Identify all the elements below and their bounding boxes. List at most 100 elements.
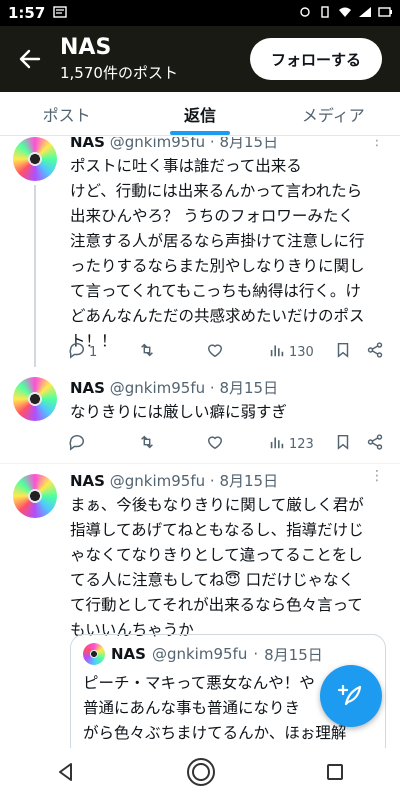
profile-name: NAS (60, 35, 112, 60)
triangle-back-icon (58, 763, 72, 781)
views-button[interactable]: 130 (268, 341, 314, 363)
status-icons (298, 4, 392, 22)
tweet-text: まぁ、今後もなりきりに関して厳しく君が 指導してあげてねともなるし、指導だけじ … (70, 493, 386, 643)
tweet-item[interactable]: NAS @gnkim95fu · 8月15日 なりきりには厳しい癖に弱すぎ 12… (0, 373, 400, 463)
handle: @gnkim95fu (109, 137, 206, 151)
repost-icon (138, 433, 156, 455)
tweet-date: 8月15日 (219, 472, 279, 490)
text-line: がら色々ぶちまけてるんか、ほぉ理解 (83, 724, 347, 742)
profile-header: NAS 1,570件のポスト フォローする (0, 26, 400, 92)
back-button[interactable] (0, 26, 60, 92)
text-line: どあんなんただの共感求めたいだけのポス (70, 307, 365, 325)
bar-chart-icon (268, 433, 286, 455)
tweet-date: 8月15日 (219, 137, 279, 151)
vibrate-icon (318, 4, 332, 22)
quoted-handle: @gnkim95fu (151, 645, 248, 663)
reply-button[interactable] (68, 433, 138, 455)
heart-icon (206, 433, 224, 455)
text-line: ったりするならまた別やしなりきりに関し (70, 257, 365, 275)
status-time: 1:57 (8, 4, 46, 22)
text-line: 出来ひんやろ？ うちのフォロワーみたく (70, 207, 354, 225)
nav-back-button[interactable] (55, 761, 77, 787)
share-button[interactable] (366, 341, 384, 363)
notification-icon (53, 4, 68, 22)
tweet-actions: 123 (68, 433, 384, 455)
tab-replies[interactable]: 返信 (133, 92, 266, 135)
views-button[interactable]: 123 (268, 433, 314, 455)
quoted-avatar (83, 643, 105, 665)
avatar[interactable] (13, 377, 57, 421)
wifi-icon (338, 4, 352, 22)
quoted-meta: NAS @gnkim95fu · 8月15日 (83, 643, 373, 665)
more-options-icon[interactable]: ⋮ (370, 137, 384, 149)
bookmark-button[interactable] (334, 433, 352, 455)
tweet-body: NAS @gnkim95fu · 8月15日 まぁ、今後もなりきりに関して厳しく… (70, 470, 386, 643)
share-icon (366, 341, 384, 363)
reply-count: 1 (89, 344, 98, 360)
heart-icon (206, 341, 224, 363)
avatar[interactable] (13, 137, 57, 181)
quoted-display-name: NAS (111, 645, 146, 663)
quoted-date: 8月15日 (264, 645, 323, 664)
display-name[interactable]: NAS (70, 379, 105, 397)
handle: @gnkim95fu (109, 472, 206, 490)
feather-plus-icon (337, 684, 362, 706)
arrow-left-icon (19, 49, 41, 69)
text-line: 指導してあげてねともなるし、指導だけじ (70, 521, 364, 539)
tab-posts[interactable]: ポスト (0, 92, 133, 135)
share-button[interactable] (366, 433, 384, 455)
reply-feed: NAS @gnkim95fu · 8月15日 ポストに吐く事は誰だって出来る け… (0, 137, 400, 757)
avatar[interactable] (13, 474, 57, 518)
share-icon (366, 433, 384, 455)
app-screen: 1:57 NAS 1,570件のポスト フォローする ポスト 返信 メディア N… (0, 0, 400, 800)
reply-icon (68, 341, 86, 363)
square-recents-icon (327, 764, 344, 780)
tweet-meta: NAS @gnkim95fu · 8月15日 (70, 379, 279, 397)
tab-media[interactable]: メディア (267, 92, 400, 135)
profile-tabs: ポスト 返信 メディア (0, 92, 400, 136)
nav-home-button[interactable] (186, 757, 216, 791)
bookmark-icon (334, 341, 352, 363)
sync-icon (298, 4, 312, 22)
text-line: ポストに吐く事は誰だって出来る (70, 157, 302, 175)
tweet-item[interactable]: NAS @gnkim95fu · 8月15日 ポストに吐く事は誰だって出来る け… (0, 137, 400, 367)
thread-connector (34, 185, 36, 367)
tweet-meta: NAS @gnkim95fu · 8月15日 (70, 472, 279, 490)
repost-button[interactable] (138, 433, 206, 455)
display-name[interactable]: NAS (70, 137, 105, 151)
battery-icon (378, 4, 392, 22)
text-line: て言ってくれてもこっちも納得は行く。け (70, 282, 361, 300)
text-line: ゃなくてなりきりとして違ってることをし (70, 546, 363, 564)
tweet-body: NAS @gnkim95fu · 8月15日 なりきりには厳しい癖に弱すぎ (70, 377, 386, 425)
tweet-meta: NAS @gnkim95fu · 8月15日 (70, 137, 386, 152)
compose-button[interactable] (320, 665, 382, 727)
tweet-text: ポストに吐く事は誰だって出来る けど、行動には出来るんかって言われたら 出来ひん… (70, 154, 386, 354)
header-titles: NAS 1,570件のポスト (60, 35, 250, 83)
reply-icon (68, 433, 86, 455)
tweet-body: NAS @gnkim95fu · 8月15日 ポストに吐く事は誰だって出来る け… (70, 137, 386, 354)
reply-button[interactable]: 1 (68, 341, 138, 363)
more-options-icon[interactable]: ⋮ (370, 468, 384, 484)
system-nav-bar (0, 748, 400, 800)
follow-button[interactable]: フォローする (250, 38, 382, 80)
text-line: まぁ、今後もなりきりに関して厳しく君が (70, 496, 364, 514)
tweet-actions: 1 130 (68, 341, 384, 363)
post-count: 1,570件のポスト (60, 64, 178, 82)
signal-icon (358, 4, 372, 22)
like-button[interactable] (206, 341, 268, 363)
handle: @gnkim95fu (109, 379, 206, 397)
text-line: 注意する人が居るなら声掛けて注意しに行 (70, 232, 365, 250)
text-line: てる人に注意もしてね😇 口だけじゃなく (70, 571, 355, 589)
display-name[interactable]: NAS (70, 472, 105, 490)
nav-recents-button[interactable] (325, 762, 345, 786)
bar-chart-icon (268, 341, 286, 363)
repost-icon (138, 341, 156, 363)
repost-button[interactable] (138, 341, 206, 363)
like-button[interactable] (206, 433, 268, 455)
status-bar: 1:57 (0, 0, 400, 26)
bookmark-icon (334, 433, 352, 455)
text-line: て行動としてそれが出来るなら色々言って (70, 596, 363, 614)
text-line: なりきりには厳しい癖に弱すぎ (70, 403, 288, 421)
bookmark-button[interactable] (334, 341, 352, 363)
circle-home-icon (186, 758, 215, 786)
